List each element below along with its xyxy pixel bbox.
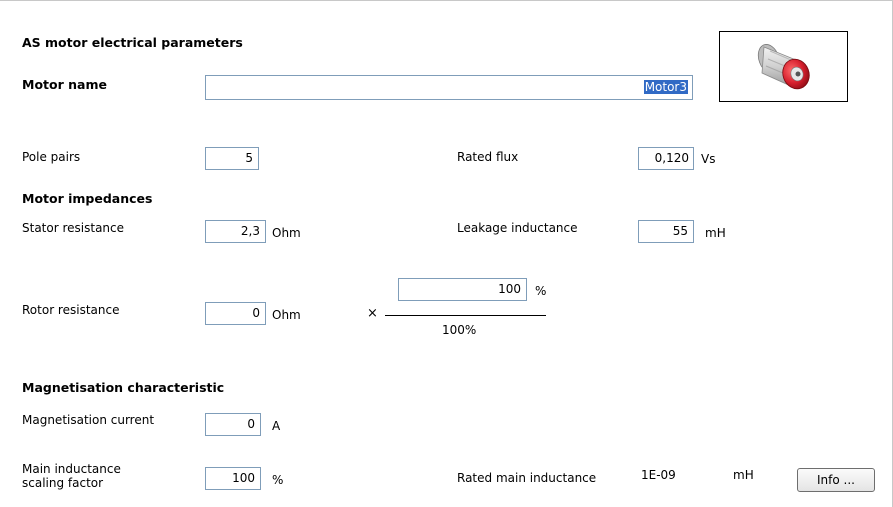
parameters-panel: AS motor electrical parameters Motor nam… — [0, 0, 893, 507]
rated-flux-unit: Vs — [701, 152, 716, 166]
magnetisation-current-label: Magnetisation current — [22, 413, 155, 427]
motor-name-value: Motor3 — [643, 80, 688, 94]
pole-pairs-input[interactable]: 5 — [205, 147, 259, 170]
stator-resistance-label: Stator resistance — [22, 221, 125, 235]
rotor-resistance-label: Rotor resistance — [22, 303, 120, 317]
main-inductance-scaling-label-line2: scaling factor — [22, 476, 104, 490]
rotor-resistance-input[interactable]: 0 — [205, 302, 266, 325]
fraction-denominator: 100% — [442, 323, 477, 337]
leakage-inductance-input[interactable]: 55 — [638, 220, 694, 243]
rated-flux-label: Rated flux — [457, 150, 519, 164]
pole-pairs-label: Pole pairs — [22, 150, 81, 164]
motor-name-input[interactable]: Motor3 — [205, 75, 693, 100]
rotor-resistance-unit: Ohm — [272, 308, 301, 322]
multiply-sign: × — [367, 306, 378, 321]
rated-main-inductance-label: Rated main inductance — [457, 471, 597, 485]
motor-icon — [757, 44, 810, 90]
rated-main-inductance-unit: mH — [733, 468, 754, 482]
main-inductance-scaling-unit: % — [272, 473, 284, 487]
rated-main-inductance-value: 1E-09 — [641, 468, 676, 482]
leakage-inductance-label: Leakage inductance — [457, 221, 578, 235]
rated-flux-input[interactable]: 0,120 — [638, 147, 694, 170]
magnetisation-current-unit: A — [272, 419, 281, 433]
magnetisation-current-input[interactable]: 0 — [205, 413, 261, 436]
motor-impedances-heading: Motor impedances — [22, 191, 153, 206]
motor-name-label: Motor name — [22, 77, 107, 92]
stator-resistance-input[interactable]: 2,3 — [205, 220, 266, 243]
fraction-line — [385, 315, 546, 316]
info-button[interactable]: Info ... — [797, 468, 875, 492]
motor-image — [719, 31, 848, 102]
main-inductance-scaling-input[interactable]: 100 — [205, 467, 261, 490]
rotor-resistance-percent-unit: % — [535, 284, 547, 298]
magnetisation-heading: Magnetisation characteristic — [22, 380, 225, 395]
leakage-inductance-unit: mH — [705, 226, 726, 240]
rotor-resistance-percent-input[interactable]: 100 — [398, 278, 527, 301]
main-inductance-scaling-label-line1: Main inductance — [22, 462, 121, 476]
stator-resistance-unit: Ohm — [272, 226, 301, 240]
page-title: AS motor electrical parameters — [22, 35, 243, 50]
